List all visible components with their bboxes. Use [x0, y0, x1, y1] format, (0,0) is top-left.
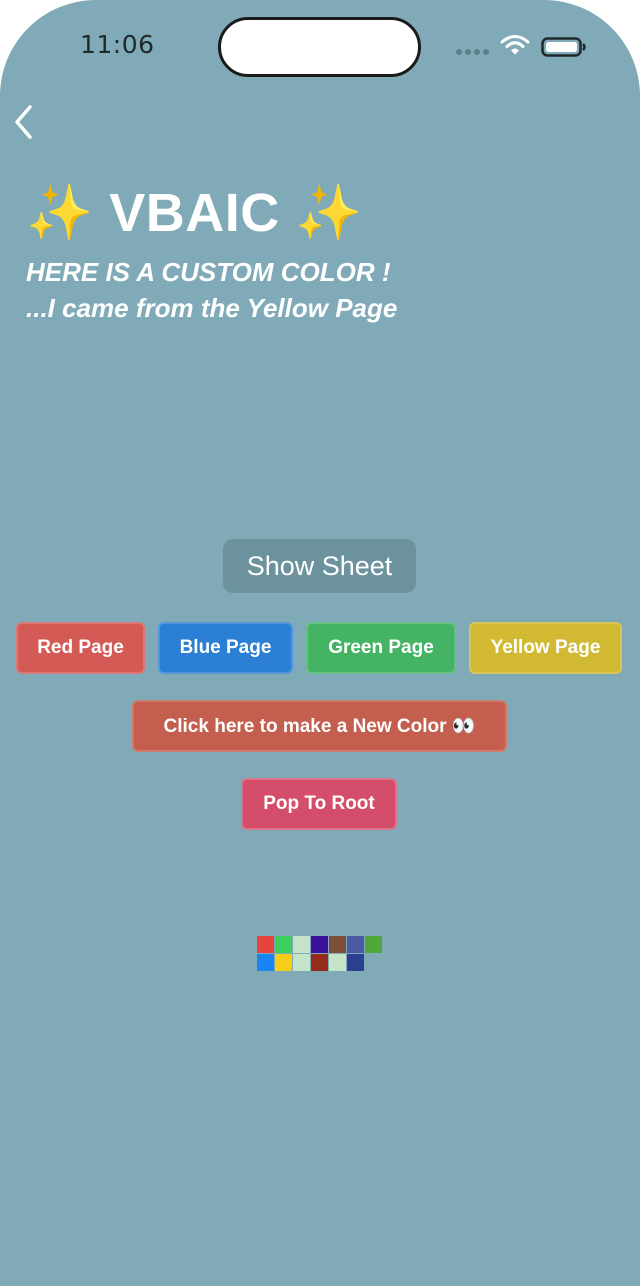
- subtitle-line-1: HERE IS A CUSTOM COLOR !: [26, 257, 391, 287]
- color-swatch: [311, 936, 328, 953]
- cellular-signal-icon: [456, 49, 489, 55]
- wifi-icon: [500, 35, 530, 55]
- color-swatch: [293, 936, 310, 953]
- battery-icon: [541, 37, 586, 57]
- color-swatch: [329, 936, 346, 953]
- color-swatch: [275, 936, 292, 953]
- color-swatch: [365, 936, 382, 953]
- blue-page-button[interactable]: Blue Page: [158, 622, 293, 674]
- red-page-button[interactable]: Red Page: [16, 622, 145, 674]
- color-swatch: [257, 936, 274, 953]
- color-swatch: [329, 954, 346, 971]
- color-swatch: [347, 936, 364, 953]
- color-swatch: [347, 954, 364, 971]
- yellow-page-button[interactable]: Yellow Page: [469, 622, 622, 674]
- back-chevron-icon[interactable]: [12, 104, 36, 140]
- green-page-button[interactable]: Green Page: [306, 622, 456, 674]
- color-swatch: [275, 954, 292, 971]
- dynamic-island: [218, 17, 421, 77]
- new-color-button[interactable]: Click here to make a New Color 👀: [132, 700, 507, 752]
- color-swatch: [257, 954, 274, 971]
- color-swatch: [311, 954, 328, 971]
- subtitle-line-2: ...I came from the Yellow Page: [26, 293, 398, 323]
- show-sheet-button[interactable]: Show Sheet: [223, 539, 416, 593]
- status-time: 11:06: [80, 30, 155, 59]
- page-title: ✨ VBAIC ✨: [26, 183, 363, 243]
- app-screen: 11:06 ✨ VBAIC ✨ HERE IS A CUSTOM COLOR !…: [0, 0, 640, 1286]
- color-swatch-grid: [257, 936, 382, 971]
- color-swatch: [293, 954, 310, 971]
- pop-to-root-button[interactable]: Pop To Root: [241, 778, 397, 830]
